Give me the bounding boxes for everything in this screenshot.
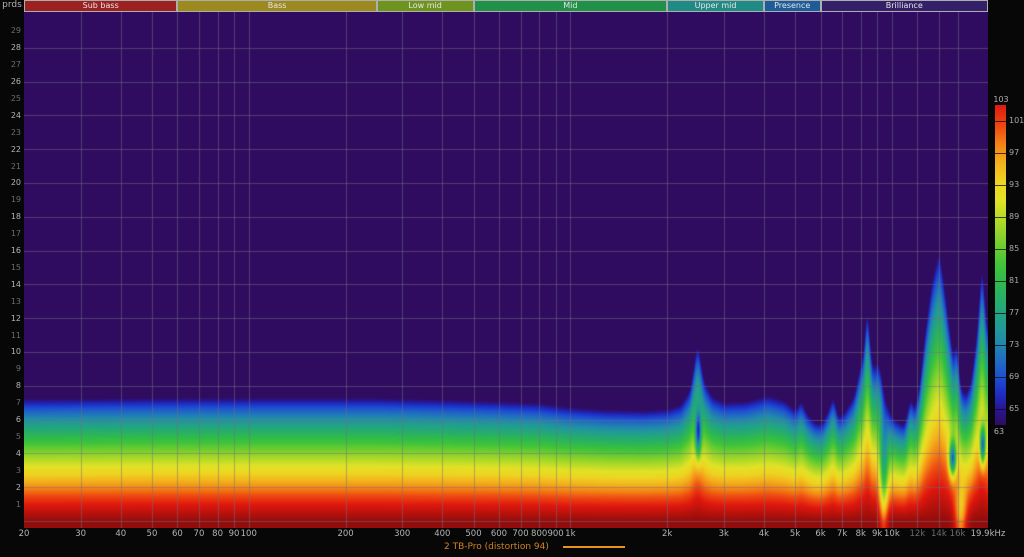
prds-tick-label: 4 [0, 449, 21, 458]
colorbar-tick-line [995, 217, 1006, 218]
colorbar-tick-label: 69 [1009, 373, 1019, 381]
colorbar-tick-line [995, 409, 1006, 410]
prds-tick-label: 27 [0, 60, 21, 69]
prds-tick-label: 11 [0, 331, 21, 340]
spectrogram-window: prds Sub bassBassLow midMidUpper midPres… [0, 0, 1024, 557]
colorbar-tick-label: 89 [1009, 213, 1019, 221]
freq-tick-label: 12k [909, 529, 925, 539]
freq-tick-label: 500 [465, 529, 481, 539]
prds-tick-label: 16 [0, 246, 21, 255]
freq-tick-label: 19.9kHz [971, 529, 1006, 539]
freq-tick-label: 90 [229, 529, 240, 539]
colorbar-tick-label: 97 [1009, 149, 1019, 157]
freq-tick-label: 800 [531, 529, 547, 539]
freq-tick-label: 900 [547, 529, 563, 539]
colorbar-tick-label: 73 [1009, 341, 1019, 349]
freq-tick-label: 40 [115, 529, 126, 539]
prds-tick-label: 22 [0, 145, 21, 154]
colorbar-tick-label: 93 [1009, 181, 1019, 189]
frequency-band-bar: Sub bassBassLow midMidUpper midPresenceB… [24, 0, 988, 12]
freq-tick-label: 3k [719, 529, 729, 539]
colorbar-tick-line [995, 345, 1006, 346]
prds-tick-label: 25 [0, 94, 21, 103]
legend-trace-line [563, 546, 625, 548]
prds-axis: 1234567891011121314151617181920212223242… [0, 12, 22, 528]
freq-tick-label: 20 [19, 529, 30, 539]
prds-tick-label: 15 [0, 263, 21, 272]
colorbar-tick-line [995, 153, 1006, 154]
band-segment-presence: Presence [764, 0, 821, 12]
colorbar-gradient [995, 105, 1006, 425]
colorbar-tick-label: 81 [1009, 277, 1019, 285]
colorbar-tick-line [995, 313, 1006, 314]
freq-tick-label: 10k [884, 529, 900, 539]
freq-tick-label: 2k [662, 529, 672, 539]
freq-tick-label: 16k [950, 529, 966, 539]
freq-tick-label: 200 [337, 529, 353, 539]
prds-tick-label: 24 [0, 111, 21, 120]
prds-tick-label: 14 [0, 280, 21, 289]
prds-tick-label: 13 [0, 297, 21, 306]
prds-tick-label: 20 [0, 178, 21, 187]
freq-tick-label: 8k [856, 529, 866, 539]
prds-tick-label: 28 [0, 43, 21, 52]
freq-tick-label: 5k [790, 529, 800, 539]
prds-tick-label: 5 [0, 432, 21, 441]
band-segment-low-mid: Low mid [377, 0, 474, 12]
freq-tick-label: 4k [759, 529, 769, 539]
freq-tick-label: 7k [837, 529, 847, 539]
colorbar-tick-line [995, 185, 1006, 186]
prds-tick-label: 1 [0, 500, 21, 509]
freq-tick-label: 80 [212, 529, 223, 539]
band-segment-sub-bass: Sub bass [24, 0, 177, 12]
prds-axis-title: prds [0, 0, 24, 11]
freq-tick-label: 50 [147, 529, 158, 539]
colorbar-tick-line [995, 249, 1006, 250]
prds-tick-label: 2 [0, 483, 21, 492]
prds-tick-label: 12 [0, 314, 21, 323]
band-segment-mid: Mid [474, 0, 668, 12]
colorbar-max-label: 103 [992, 95, 1010, 104]
legend-trace-label[interactable]: 2 TB-Pro (distortion 94) [444, 542, 549, 552]
prds-tick-label: 29 [0, 26, 21, 35]
spectrogram-canvas[interactable] [24, 12, 988, 528]
legend: 2 TB-Pro (distortion 94) [444, 540, 625, 554]
freq-tick-label: 60 [172, 529, 183, 539]
colorbar-min-label: 63 [990, 427, 1008, 436]
freq-tick-label: 6k [815, 529, 825, 539]
colorbar-tick-label: 77 [1009, 309, 1019, 317]
freq-tick-label: 1k [565, 529, 575, 539]
prds-tick-label: 21 [0, 162, 21, 171]
freq-tick-label: 100 [241, 529, 257, 539]
freq-tick-label: 400 [434, 529, 450, 539]
colorbar-tick-label: 85 [1009, 245, 1019, 253]
colorbar-tick-line [995, 281, 1006, 282]
band-segment-brilliance: Brilliance [821, 0, 988, 12]
band-segment-bass: Bass [177, 0, 376, 12]
colorbar-tick-line [995, 121, 1006, 122]
colorbar: 103 63 101 97 93 89 85 81 77 73 69 65 [989, 95, 1024, 440]
prds-tick-label: 10 [0, 347, 21, 356]
colorbar-tick-label: 101 [1009, 117, 1024, 125]
freq-tick-label: 9k [872, 529, 882, 539]
freq-tick-label: 70 [194, 529, 205, 539]
prds-tick-label: 23 [0, 128, 21, 137]
freq-tick-label: 30 [75, 529, 86, 539]
colorbar-tick-line [995, 377, 1006, 378]
band-segment-upper-mid: Upper mid [667, 0, 764, 12]
prds-tick-label: 6 [0, 415, 21, 424]
freq-tick-label: 14k [931, 529, 947, 539]
prds-tick-label: 26 [0, 77, 21, 86]
prds-tick-label: 3 [0, 466, 21, 475]
freq-tick-label: 600 [491, 529, 507, 539]
freq-tick-label: 700 [512, 529, 528, 539]
prds-tick-label: 17 [0, 229, 21, 238]
prds-tick-label: 8 [0, 381, 21, 390]
prds-tick-label: 7 [0, 398, 21, 407]
colorbar-tick-label: 65 [1009, 405, 1019, 413]
prds-tick-label: 9 [0, 364, 21, 373]
freq-tick-label: 300 [394, 529, 410, 539]
prds-tick-label: 18 [0, 212, 21, 221]
prds-tick-label: 19 [0, 195, 21, 204]
